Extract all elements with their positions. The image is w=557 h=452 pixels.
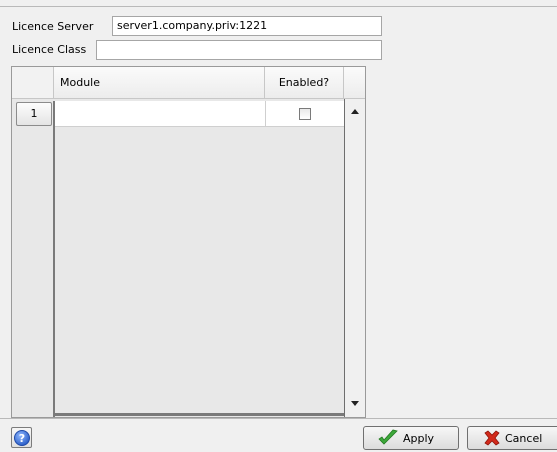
licence-server-field[interactable]: server1.company.priv:1221 xyxy=(112,16,382,36)
table-left-edge xyxy=(53,101,55,417)
column-header-enabled[interactable]: Enabled? xyxy=(265,67,344,99)
licence-class-label: Licence Class xyxy=(12,43,87,56)
table-bottom-edge xyxy=(55,413,344,416)
licence-class-field[interactable] xyxy=(96,40,382,60)
red-x-icon xyxy=(484,430,500,446)
column-header-module-label: Module xyxy=(60,76,100,89)
enabled-cell[interactable] xyxy=(266,101,344,127)
cancel-label: Cancel xyxy=(505,431,543,445)
apply-label: Apply xyxy=(403,431,435,445)
scroll-up-arrow-icon[interactable] xyxy=(351,109,359,114)
top-divider xyxy=(0,6,557,7)
apply-button[interactable]: Apply xyxy=(363,426,459,450)
svg-text:?: ? xyxy=(18,432,24,445)
enabled-checkbox[interactable] xyxy=(299,108,311,120)
green-checkmark-icon xyxy=(378,429,398,445)
scroll-down-arrow-icon[interactable] xyxy=(351,401,359,406)
table-header-corner xyxy=(12,67,54,99)
module-cell[interactable] xyxy=(55,101,266,127)
footer-divider xyxy=(0,418,557,419)
vertical-scrollbar[interactable] xyxy=(344,99,365,417)
help-button[interactable]: ? xyxy=(11,427,32,448)
column-header-module[interactable]: Module xyxy=(54,67,265,99)
row-header-1[interactable]: 1 xyxy=(16,102,52,126)
licence-server-label: Licence Server xyxy=(12,20,94,33)
column-header-enabled-label: Enabled? xyxy=(278,76,330,89)
table-header-filler xyxy=(344,67,365,99)
cancel-button[interactable]: Cancel xyxy=(467,426,557,450)
help-question-icon: ? xyxy=(13,429,30,446)
